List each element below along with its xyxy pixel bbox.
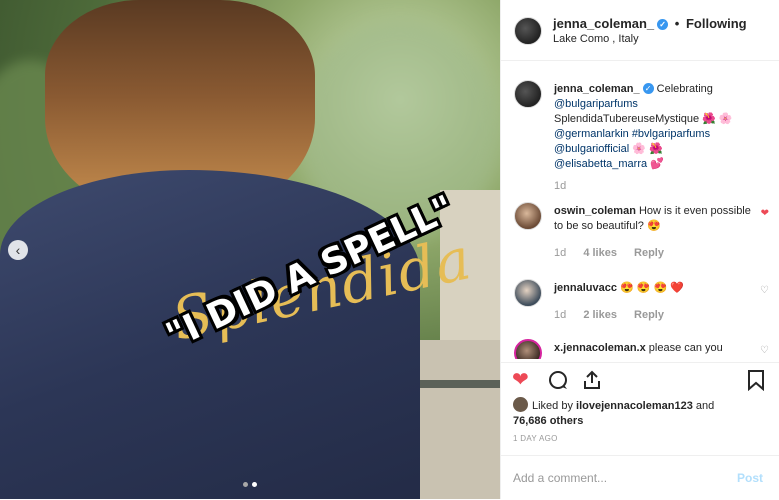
heart-filled-icon[interactable]: ❤: [761, 208, 769, 219]
username-link[interactable]: jenna_coleman_: [553, 16, 654, 31]
heart-outline-icon[interactable]: ♡: [760, 345, 769, 356]
comment-username[interactable]: x.jennacoleman.x: [554, 342, 646, 354]
action-bar: ❤: [501, 362, 779, 399]
reply-button[interactable]: Reply: [634, 309, 664, 321]
comment-likes[interactable]: 2 likes: [583, 309, 617, 321]
avatar[interactable]: [514, 80, 542, 108]
comment-age: 1d: [554, 309, 567, 321]
mention-link[interactable]: @bulgariparfums: [554, 98, 638, 110]
liked-by-and: and: [695, 400, 715, 412]
liked-by-prefix: Liked by: [532, 400, 573, 412]
comment-text: x.jennacoleman.x please can you: [554, 341, 754, 356]
likes-count[interactable]: 76,686 others: [513, 415, 583, 427]
comments-area[interactable]: jenna_coleman_ ✓ Celebrating @bulgariparf…: [501, 61, 779, 359]
caption-text-plain: Celebrating: [656, 83, 713, 95]
avatar[interactable]: [513, 397, 528, 412]
avatar[interactable]: [514, 339, 542, 359]
liked-by-user[interactable]: ilovejennacoleman123: [576, 400, 693, 412]
caption-line: SplendidaTubereuseMystique 🌺 🌸: [554, 113, 733, 125]
likes-summary: Liked by ilovejennacoleman123 and 76,686…: [513, 397, 773, 429]
caption-text: jenna_coleman_ ✓ Celebrating @bulgariparf…: [554, 82, 754, 172]
comment-text: jennaluvacc 😍 😍 😍 ❤️: [554, 281, 754, 296]
caption-emoji: 💕: [650, 158, 664, 170]
header-username-row: jenna_coleman_ ✓ • Following: [553, 16, 747, 31]
verified-icon: ✓: [642, 83, 654, 94]
heart-filled-icon[interactable]: ❤: [512, 369, 529, 391]
location-link[interactable]: Lake Como , Italy: [553, 33, 639, 45]
comment-body: please can you: [648, 342, 723, 354]
comment-body: 😍 😍 😍 ❤️: [620, 282, 685, 294]
mention-link[interactable]: @bulgariofficial: [554, 143, 629, 155]
hashtag-link[interactable]: #bvlgariparfums: [632, 128, 710, 140]
comment-meta: 1d 4 likes Reply: [554, 247, 678, 259]
post-photo[interactable]: Splendida "I DID A SPELL" ‹: [0, 0, 500, 499]
verified-icon: ✓: [657, 19, 669, 30]
caption-username[interactable]: jenna_coleman_: [554, 83, 640, 95]
carousel-dots: [243, 482, 257, 487]
comment-meta: 1d 2 likes Reply: [554, 309, 678, 321]
add-comment-bar: Add a comment... Post: [501, 455, 779, 500]
comment-text: oswin_coleman How is it even possible to…: [554, 204, 754, 234]
post-header: jenna_coleman_ ✓ • Following Lake Como , …: [501, 0, 779, 61]
avatar[interactable]: [514, 279, 542, 307]
reply-button[interactable]: Reply: [634, 247, 664, 259]
mention-link[interactable]: @elisabetta_marra: [554, 158, 647, 170]
instagram-post: Splendida "I DID A SPELL" ‹ jenna_colema…: [0, 0, 779, 499]
avatar[interactable]: [514, 202, 542, 230]
heart-outline-icon[interactable]: ♡: [760, 285, 769, 296]
comment-username[interactable]: oswin_coleman: [554, 205, 636, 217]
caption-emoji: 🌸 🌺: [632, 143, 663, 155]
bookmark-icon[interactable]: [747, 369, 765, 396]
post-timestamp[interactable]: 1 DAY AGO: [513, 434, 558, 443]
following-button[interactable]: Following: [686, 16, 747, 31]
separator: •: [674, 16, 680, 31]
carousel-dot-active: [252, 482, 257, 487]
comment-username[interactable]: jennaluvacc: [554, 282, 617, 294]
avatar[interactable]: [514, 17, 542, 45]
mention-link[interactable]: @germanlarkin: [554, 128, 629, 140]
carousel-dot: [243, 482, 248, 487]
chevron-left-icon[interactable]: ‹: [8, 240, 28, 260]
comment-input[interactable]: Add a comment...: [513, 471, 607, 485]
comment-icon[interactable]: [547, 369, 569, 396]
post-sidebar: jenna_coleman_ ✓ • Following Lake Como , …: [500, 0, 779, 499]
share-icon[interactable]: [581, 369, 603, 396]
caption-age: 1d: [554, 180, 567, 192]
post-button[interactable]: Post: [737, 471, 763, 485]
comment-age: 1d: [554, 247, 567, 259]
comment-likes[interactable]: 4 likes: [583, 247, 617, 259]
